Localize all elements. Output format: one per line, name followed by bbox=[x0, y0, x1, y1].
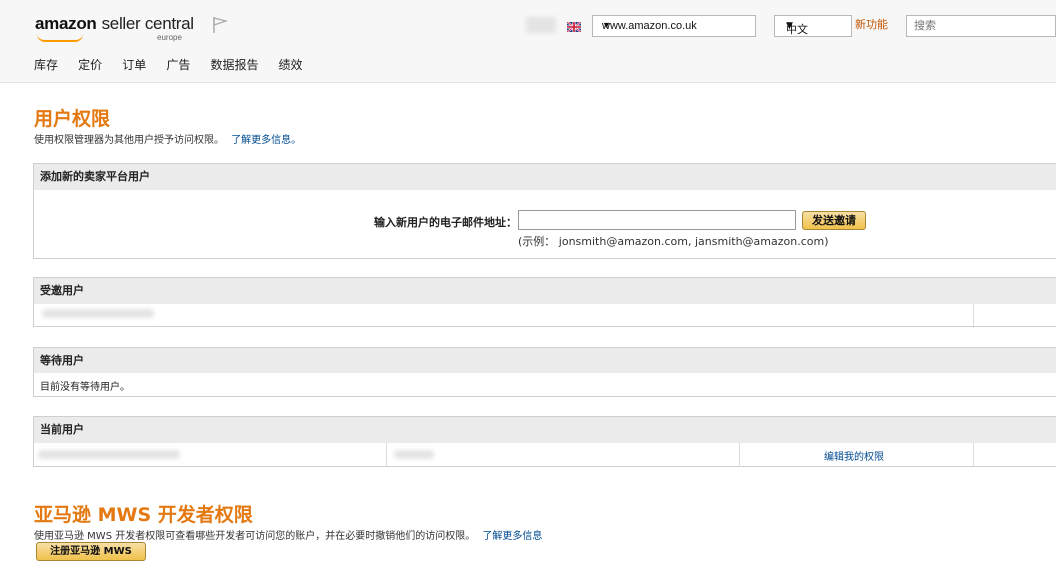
add-user-header: 添加新的卖家平台用户 bbox=[34, 164, 1056, 190]
email-example: (示例： jonsmith@amazon.com, jansmith@amazo… bbox=[518, 235, 829, 248]
send-invite-button[interactable]: 发送邀请 bbox=[802, 211, 866, 230]
search-input[interactable] bbox=[906, 15, 1056, 37]
email-label: 输入新用户的电子邮件地址： bbox=[374, 216, 517, 229]
mws-section-title: 亚马逊 MWS 开发者权限 bbox=[34, 504, 253, 526]
column-divider bbox=[386, 443, 387, 467]
nav-item-advertising[interactable]: 广告 bbox=[166, 58, 190, 72]
invited-users-header: 受邀用户 bbox=[34, 278, 1056, 304]
language-select[interactable]: 中文 ▼ bbox=[774, 15, 852, 37]
invited-users-section: 受邀用户 bbox=[33, 277, 1056, 328]
current-users-section: 当前用户 编辑我的权限 bbox=[33, 416, 1056, 467]
pending-users-empty: 目前没有等待用户。 bbox=[40, 382, 130, 393]
nav-item-performance[interactable]: 绩效 bbox=[279, 58, 303, 72]
marketplace-select[interactable]: www.amazon.co.uk ▼ bbox=[592, 15, 756, 37]
pending-users-header: 等待用户 bbox=[34, 348, 1056, 373]
mws-learn-more-link[interactable]: 了解更多信息 bbox=[482, 531, 542, 542]
seller-central-logo[interactable]: amazon seller central europe bbox=[35, 14, 194, 42]
mws-description: 使用亚马逊 MWS 开发者权限可查看哪些开发者可访问您的账户，并在必要时撤销他们… bbox=[34, 527, 542, 542]
nav-item-inventory[interactable]: 库存 bbox=[34, 58, 58, 72]
logo-brand: amazon bbox=[35, 14, 97, 33]
description-text: 使用权限管理器为其他用户授予访问权限。 bbox=[34, 135, 224, 146]
flag-icon[interactable] bbox=[212, 16, 228, 34]
new-features-link[interactable]: 新功能 bbox=[855, 16, 888, 32]
current-users-header: 当前用户 bbox=[34, 417, 1056, 443]
chevron-down-icon: ▼ bbox=[602, 20, 611, 30]
page-title: 用户权限 bbox=[34, 108, 111, 130]
top-header: amazon seller central europe www.amazon.… bbox=[0, 0, 1056, 83]
main-nav: 库存 定价 订单 广告 数据报告 绩效 bbox=[34, 54, 318, 73]
chevron-down-icon: ▼ bbox=[786, 21, 793, 31]
nav-item-orders[interactable]: 订单 bbox=[122, 58, 146, 72]
register-mws-button[interactable]: 注册亚马逊 MWS bbox=[36, 542, 146, 561]
invited-user-email-blurred bbox=[42, 309, 154, 318]
mws-description-text: 使用亚马逊 MWS 开发者权限可查看哪些开发者可访问您的账户，并在必要时撤销他们… bbox=[34, 531, 476, 542]
logo-product: seller central bbox=[101, 14, 194, 33]
column-divider bbox=[973, 443, 974, 467]
pending-users-section: 等待用户 目前没有等待用户。 bbox=[33, 347, 1056, 397]
add-user-section: 添加新的卖家平台用户 输入新用户的电子邮件地址： 发送邀请 (示例： jonsm… bbox=[33, 163, 1056, 259]
nav-item-reports[interactable]: 数据报告 bbox=[210, 58, 258, 72]
uk-flag-icon bbox=[567, 22, 581, 32]
current-user-email-blurred bbox=[394, 450, 434, 459]
learn-more-link[interactable]: 了解更多信息。 bbox=[231, 135, 301, 146]
column-divider bbox=[739, 443, 740, 467]
account-name-blurred bbox=[526, 17, 556, 33]
edit-permissions-link[interactable]: 编辑我的权限 bbox=[824, 448, 884, 463]
logo-region: europe bbox=[157, 33, 182, 42]
column-divider bbox=[973, 304, 974, 328]
smile-icon bbox=[37, 34, 83, 42]
page-description: 使用权限管理器为其他用户授予访问权限。 了解更多信息。 bbox=[34, 131, 301, 146]
email-field[interactable] bbox=[518, 210, 796, 230]
current-user-name-blurred bbox=[38, 450, 180, 459]
nav-item-pricing[interactable]: 定价 bbox=[78, 58, 102, 72]
